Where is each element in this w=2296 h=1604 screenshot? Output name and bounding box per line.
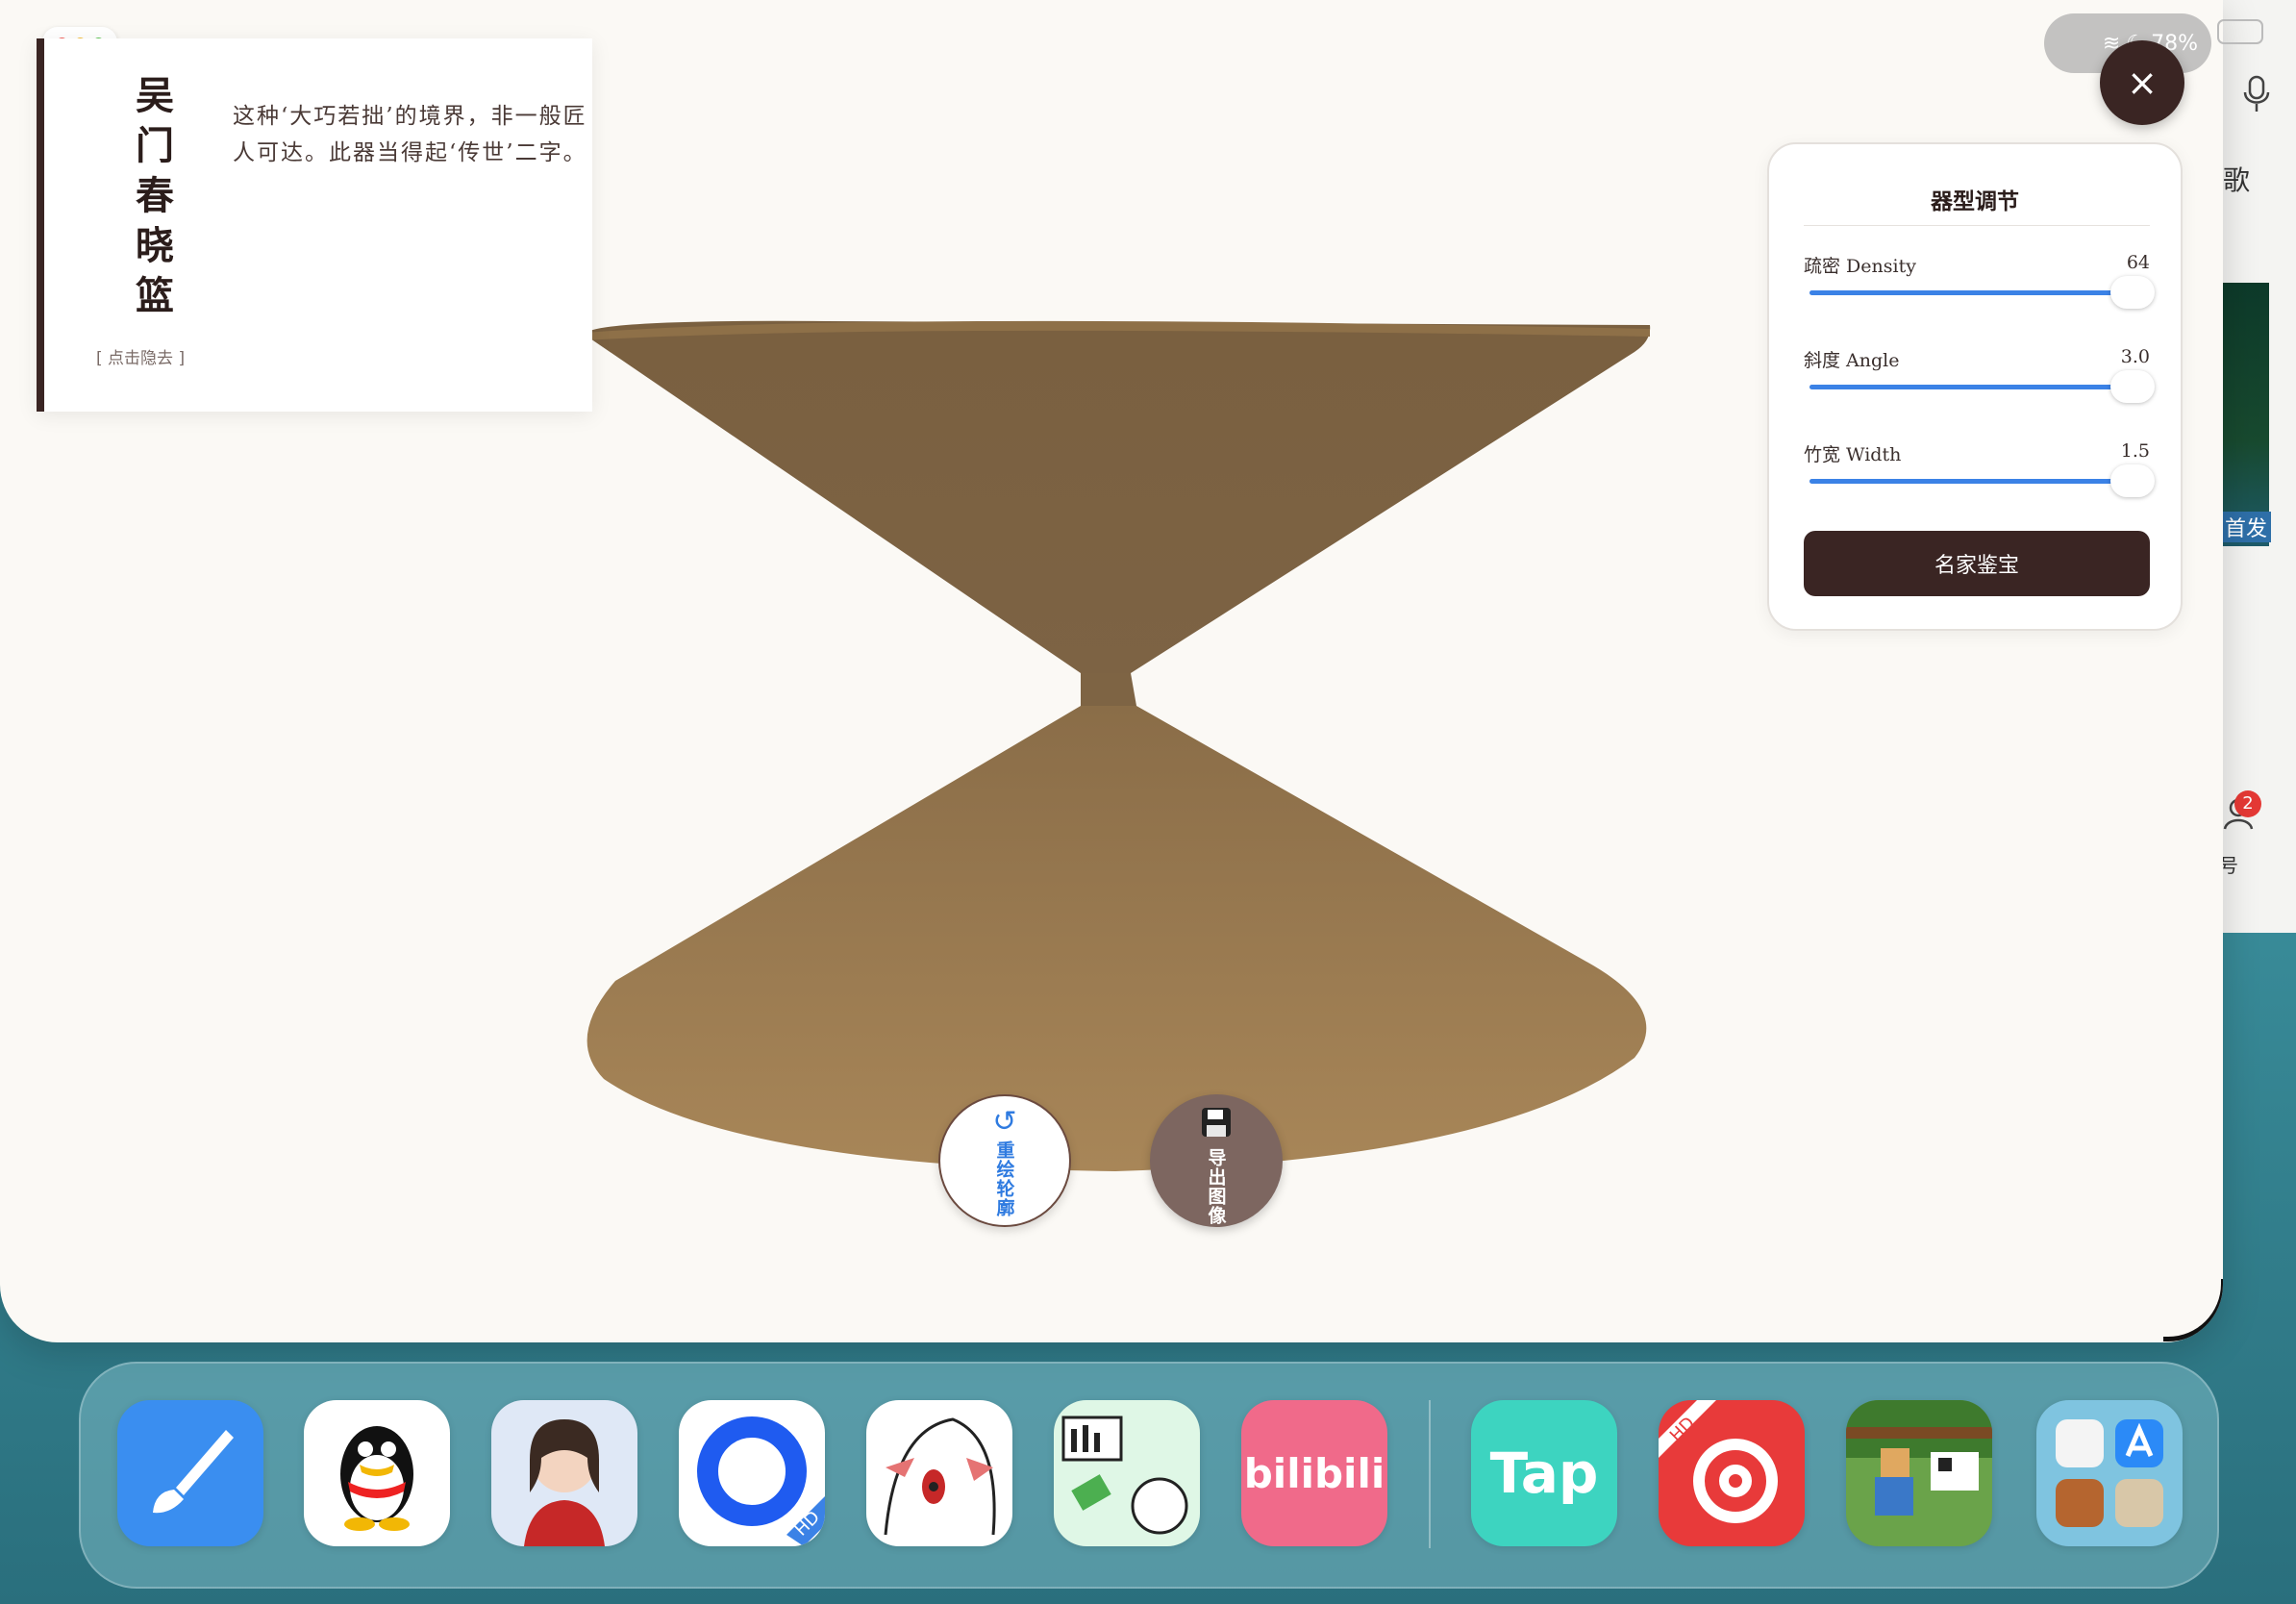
qq-app-icon[interactable]	[304, 1400, 450, 1546]
angle-slider-fill	[1809, 385, 2133, 389]
redraw-label: 重绘轮廓	[993, 1140, 1015, 1217]
export-label: 导出图像	[1205, 1148, 1227, 1225]
close-button[interactable]: ×	[2100, 40, 2184, 125]
angle-value: 3.0	[2120, 346, 2150, 367]
angle-label: 斜度 Angle	[1804, 350, 1900, 371]
vessel-upper-cone	[585, 320, 1651, 679]
angle-slider[interactable]	[1809, 370, 2155, 403]
refresh-icon: ↺	[992, 1105, 1017, 1139]
export-image-button[interactable]: 导出图像	[1150, 1094, 1283, 1227]
redraw-outline-button[interactable]: ↺ 重绘轮廓	[938, 1094, 1071, 1227]
avatar-app-icon[interactable]	[491, 1400, 637, 1546]
density-slider-row: 疏密 Density 64	[1804, 252, 2155, 310]
density-slider-thumb[interactable]	[2110, 276, 2155, 309]
taptap-label: Tap	[1489, 1441, 1599, 1506]
paintbrush-app-icon[interactable]	[117, 1400, 263, 1546]
width-slider-fill	[1809, 479, 2133, 484]
app-window: 吴门春晓篮 这种‘大巧若拙’的境界，非一般匠人可达。此器当得起‘传世’二字。 […	[0, 0, 2223, 1342]
anime-character-app-icon[interactable]	[866, 1400, 1012, 1546]
background-app-text-song: 歌	[2223, 164, 2251, 196]
app-library-icon[interactable]	[2036, 1400, 2183, 1546]
info-card-body: 这种‘大巧若拙’的境界，非一般匠人可达。此器当得起‘传世’二字。	[233, 104, 587, 165]
density-label: 疏密 Density	[1804, 256, 1916, 277]
width-value: 1.5	[2120, 440, 2150, 462]
bilibili-app-icon[interactable]: bilibili	[1241, 1400, 1387, 1546]
farm-game-app-icon[interactable]	[1846, 1400, 1992, 1546]
angle-slider-row: 斜度 Angle 3.0	[1804, 346, 2155, 404]
hide-card-link[interactable]: [ 点击隐去 ]	[96, 344, 185, 368]
close-icon: ×	[2127, 62, 2158, 104]
panel-title: 器型调节	[1931, 188, 2019, 214]
browser-hd-app-icon[interactable]: HD	[679, 1400, 825, 1546]
dock-separator	[1429, 1400, 1431, 1548]
taptap-app-icon[interactable]: Tap	[1471, 1400, 1617, 1546]
background-app-text-first: 首发	[2221, 512, 2272, 542]
angle-slider-thumb[interactable]	[2110, 370, 2155, 403]
save-icon	[1200, 1106, 1233, 1144]
density-slider-fill	[1809, 290, 2133, 295]
vessel-neck	[1081, 673, 1136, 706]
background-app-thumbnail	[2223, 283, 2269, 546]
battery-icon	[2217, 19, 2263, 44]
width-slider[interactable]	[1809, 464, 2155, 497]
shape-controls-panel: 器型调节 疏密 Density 64 斜度 Angle 3.0 竹宽 Width…	[1767, 142, 2183, 631]
info-card[interactable]: 吴门春晓篮 这种‘大巧若拙’的境界，非一般匠人可达。此器当得起‘传世’二字。 […	[37, 38, 592, 412]
vessel-lower-cone	[586, 706, 1647, 1171]
width-slider-row: 竹宽 Width 1.5	[1804, 440, 2155, 498]
bilibili-label: bilibili	[1243, 1449, 1385, 1497]
microphone-icon[interactable]	[2240, 73, 2273, 119]
density-value: 64	[2126, 252, 2150, 273]
comic-app-icon[interactable]	[1054, 1400, 1200, 1546]
netease-music-hd-app-icon[interactable]: HD	[1659, 1400, 1805, 1546]
panel-divider	[1804, 225, 2150, 226]
appraise-button[interactable]: 名家鉴宝	[1804, 531, 2150, 596]
width-slider-thumb[interactable]	[2110, 464, 2155, 497]
density-slider[interactable]	[1809, 276, 2155, 309]
width-label: 竹宽 Width	[1804, 444, 1902, 465]
notification-badge: 2	[2234, 790, 2261, 817]
info-card-title: 吴门春晓篮	[136, 73, 174, 318]
